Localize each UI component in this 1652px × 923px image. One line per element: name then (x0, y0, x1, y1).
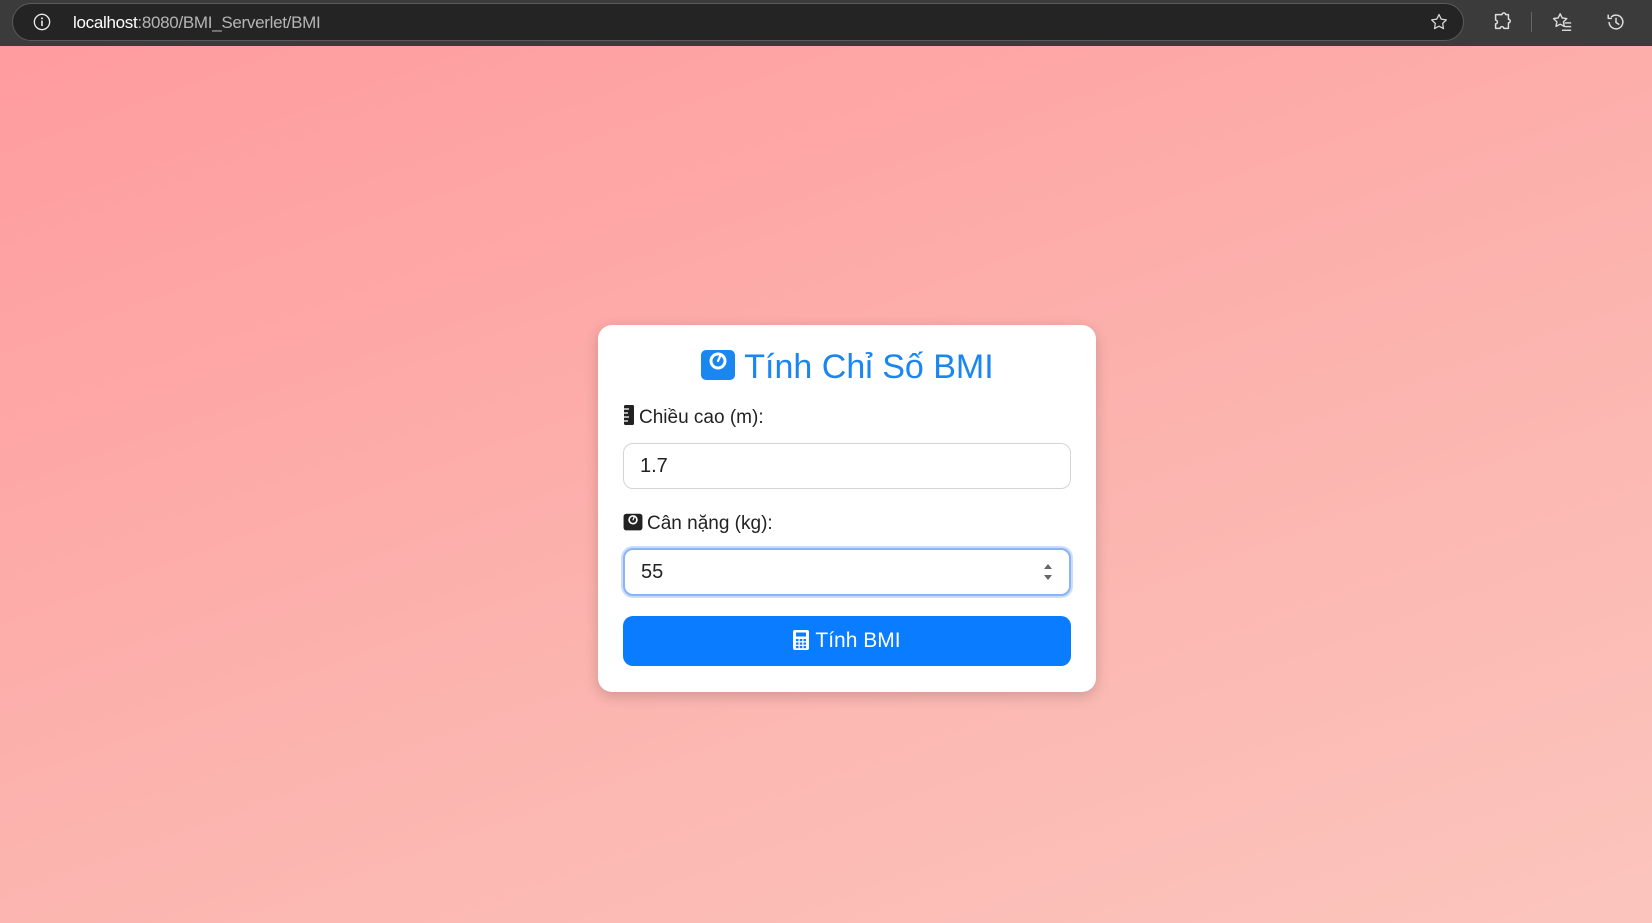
toolbar-divider (1531, 12, 1532, 32)
weight-label: Cân nặng (kg): (623, 512, 773, 535)
height-input[interactable] (623, 443, 1071, 489)
weight-label-text: Cân nặng (kg): (647, 513, 773, 534)
favorites-icon[interactable] (1551, 11, 1573, 33)
info-icon[interactable] (33, 13, 51, 31)
height-label-text: Chiều cao (m): (639, 407, 764, 428)
height-label: Chiều cao (m): (623, 405, 764, 429)
title-text: Tính Chỉ Số BMI (744, 348, 994, 386)
url-host: localhost (73, 13, 138, 32)
extensions-icon[interactable] (1491, 11, 1513, 33)
url-path: :8080/BMI_Serverlet/BMI (137, 13, 321, 32)
number-spinner-icon[interactable] (1042, 561, 1054, 583)
weight-input[interactable] (623, 548, 1071, 596)
address-bar[interactable]: localhost:8080/BMI_Serverlet/BMI (12, 3, 1464, 41)
ruler-icon (624, 405, 634, 425)
favorite-star-icon[interactable] (1429, 12, 1449, 32)
history-icon[interactable] (1605, 11, 1627, 33)
calculator-icon (793, 630, 810, 650)
bmi-form-card: Tính Chỉ Số BMI Chiều cao (m): Cân nặng … (598, 325, 1096, 692)
browser-toolbar: localhost:8080/BMI_Serverlet/BMI (0, 0, 1652, 46)
weight-scale-icon (701, 350, 736, 380)
url-text[interactable]: localhost:8080/BMI_Serverlet/BMI (73, 13, 321, 33)
calculate-bmi-button[interactable]: Tính BMI (623, 616, 1071, 666)
weight-scale-icon (623, 513, 643, 531)
page-title: Tính Chỉ Số BMI (598, 347, 1096, 387)
submit-label: Tính BMI (815, 629, 901, 652)
